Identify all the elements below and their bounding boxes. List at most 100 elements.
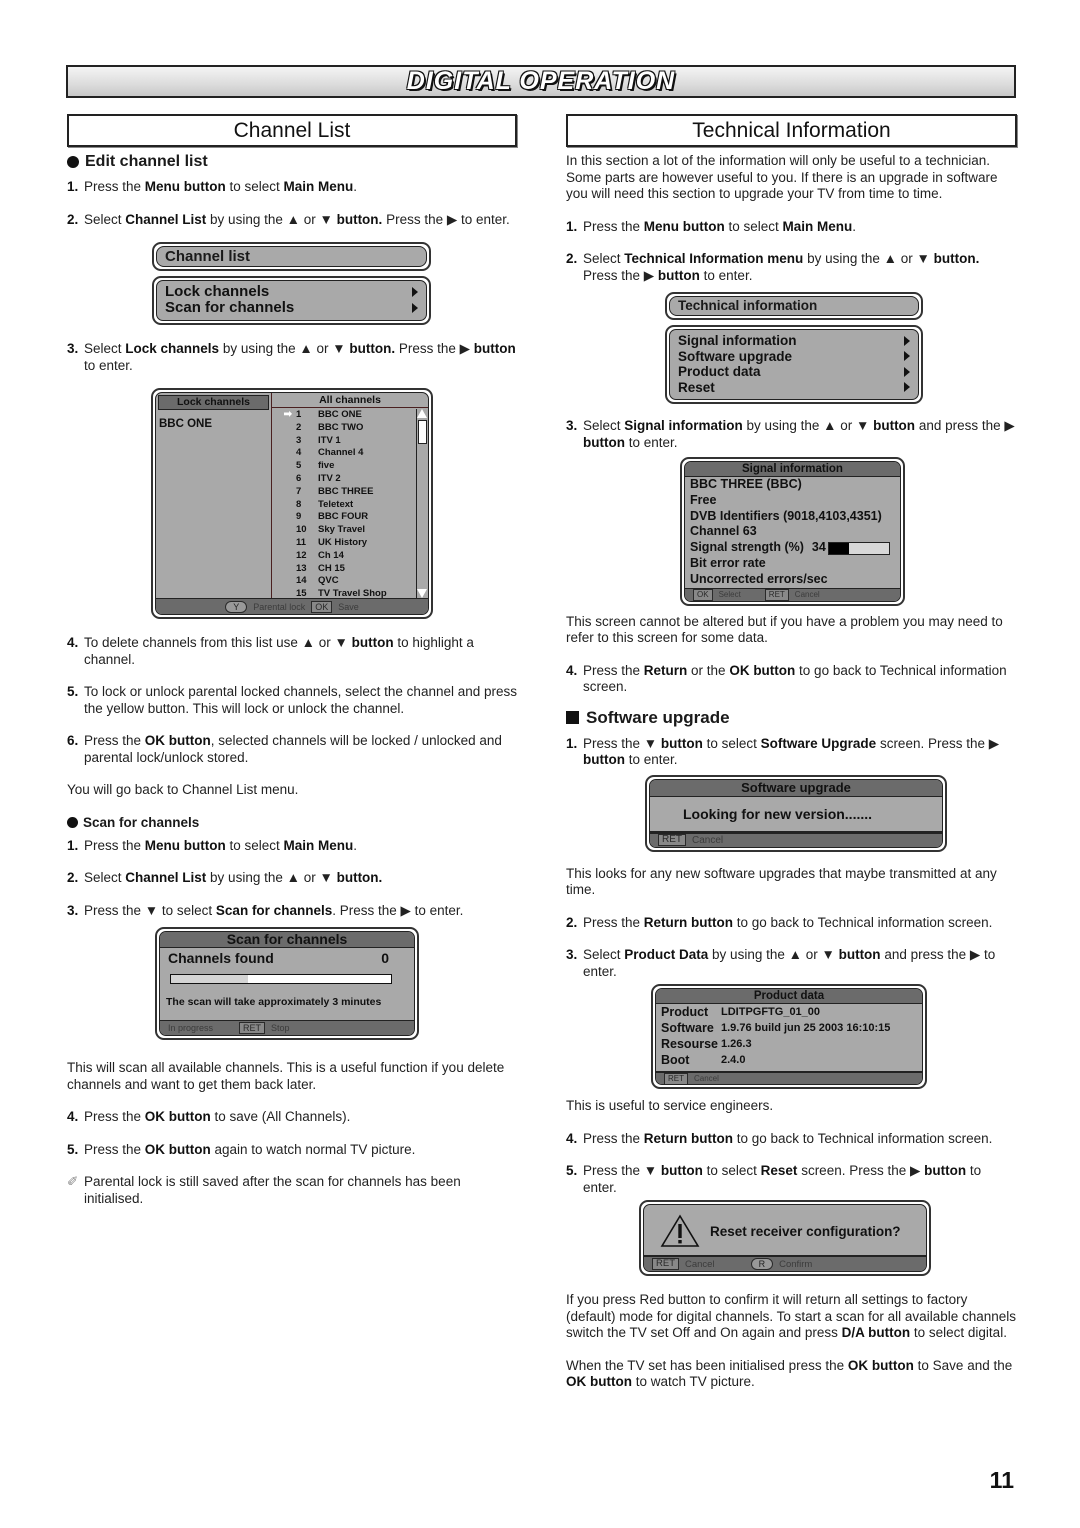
channel-number: 11 [296,536,307,548]
step-number: 2. [566,914,578,930]
step-number: 5. [566,1163,578,1179]
channel-name: QVC [318,575,339,587]
menu-item-reset[interactable]: Reset [678,380,910,396]
ok-key[interactable]: OK [693,588,713,601]
signal-line: Channel 63 [690,524,757,539]
scan-title: Scan for channels [160,932,414,948]
menu-title-bar: Technical information [665,292,923,320]
tab-lock-channels[interactable]: Lock channels [158,395,269,410]
bullet-icon [67,816,78,828]
ret-key[interactable]: RET [764,588,789,601]
channel-number: 5 [296,460,302,472]
ret-key[interactable]: RET [664,1072,688,1085]
channels-found-value: 0 [381,950,389,966]
signal-line: Uncorrected errors/sec [690,571,828,586]
channel-row[interactable]: 9 BBC FOUR [272,511,428,524]
menu-item-product-data[interactable]: Product data [678,364,910,380]
step: 2. Select Channel List by using the ▲ or … [67,870,383,885]
signal-note: This screen cannot be altered but if you… [566,613,1003,646]
step-number: 4. [566,662,578,678]
step: 1. Press the Menu button to select Main M… [67,837,358,853]
channel-row[interactable]: 10 Sky Travel [272,524,428,537]
channel-row[interactable]: 7 BBC THREE [272,486,428,499]
channel-row[interactable]: ➡ 1 BBC ONE [272,409,428,422]
software-upgrade-heading: Software upgrade [566,708,1017,728]
cancel-label: Cancel [685,1258,715,1270]
channel-row[interactable]: 2 BBC TWO [272,422,428,435]
channel-name: TV Travel Shop [318,588,387,600]
scan-status: In progress [168,1023,214,1033]
software-upgrade-screen: Software upgrade Looking for new version… [645,774,947,852]
software-footer: RET Cancel [650,830,942,847]
signal-footer: OK Select RET Cancel [685,587,900,601]
channel-row[interactable]: 14 QVC [272,575,428,588]
step: 2. Press the Return button to go back to … [566,914,993,930]
product-data-row: Product LDITPGFTG_01_00 [656,1004,922,1020]
channel-row[interactable]: 4 Channel 4 [272,447,428,460]
signal-information-screen: Signal information BBC THREE (BBC) Free … [680,457,905,606]
channel-name: ITV 2 [318,472,341,484]
menu-item-signal-information[interactable]: Signal information [678,333,910,349]
step: 5. To lock or unlock parental locked chan… [67,684,518,716]
channel-number: 1 [296,409,302,420]
ret-key[interactable]: RET [239,1022,266,1034]
step-number: 2. [67,870,79,885]
channel-number: 13 [296,562,307,574]
channel-list-menu: Channel list Lock channels Scan for chan… [152,242,431,325]
product-data-row: Boot 2.4.0 [656,1052,922,1068]
square-bullet-icon [566,711,579,725]
yellow-button-key[interactable]: Y [225,600,248,613]
channel-row[interactable]: 13 CH 15 [272,563,428,576]
step: 3. Select Lock channels by using the ▲ or… [67,341,516,373]
step: 4. Press the Return or the OK button to g… [566,662,1007,695]
scroll-down-icon[interactable] [417,589,427,598]
step-number: 3. [67,341,79,356]
channel-row[interactable]: 3 ITV 1 [272,435,428,448]
step: 4. Press the OK button to save (All Chann… [67,1109,351,1124]
ok-key[interactable]: OK [311,600,333,613]
menu-item-lock-channels[interactable]: Lock channels [165,284,418,300]
step-number: 1. [566,218,578,234]
channel-number: 3 [296,434,302,446]
page-title: DIGITAL OPERATION [406,67,676,95]
arrow-right-icon [904,351,910,362]
menu-item-scan-for-channels[interactable]: Scan for channels [165,300,418,316]
ret-key[interactable]: RET [652,1258,679,1271]
channel-row[interactable]: 15 TV Travel Shop [272,588,428,601]
scrollbar[interactable] [416,409,428,598]
channel-row[interactable]: 11 UK History [272,537,428,550]
menu-item-software-upgrade[interactable]: Software upgrade [678,349,910,365]
step-number: 1. [67,837,79,853]
channel-number: 6 [296,472,302,484]
channel-row[interactable]: 6 ITV 2 [272,473,428,486]
signal-strength-row: Signal strength (%) 34 [685,540,900,556]
parental-lock-label: Parental lock [253,601,306,612]
menu-list: Lock channels Scan for channels [152,276,431,325]
channel-name: Ch 14 [318,549,344,561]
step: 3. Select Product Data by using the ▲ or … [566,947,996,979]
tab-all-channels[interactable]: All channels [272,393,428,408]
menu-title-bar: Channel list [152,242,431,271]
channel-row[interactable]: 5 five [272,460,428,473]
cancel-label: Cancel [692,834,724,846]
menu-title: Technical information [669,296,919,316]
scroll-thumb[interactable] [418,420,427,444]
ret-key[interactable]: RET [658,834,686,847]
red-button-key[interactable]: R [750,1258,774,1271]
page-banner: DIGITAL OPERATION [66,65,1016,98]
scroll-up-icon[interactable] [417,409,427,418]
channel-row[interactable]: 8 Teletext [272,499,428,512]
menu-list: Signal information Software upgrade Prod… [665,325,923,404]
channel-name: Teletext [318,498,354,510]
step: 3. Select Signal information by using the… [566,418,1015,450]
channel-row[interactable]: 12 Ch 14 [272,550,428,563]
reset-message: Reset receiver configuration? [710,1223,901,1239]
bullet-icon [67,156,79,168]
channel-name: ITV 1 [318,434,341,446]
step-number: 4. [566,1130,578,1146]
